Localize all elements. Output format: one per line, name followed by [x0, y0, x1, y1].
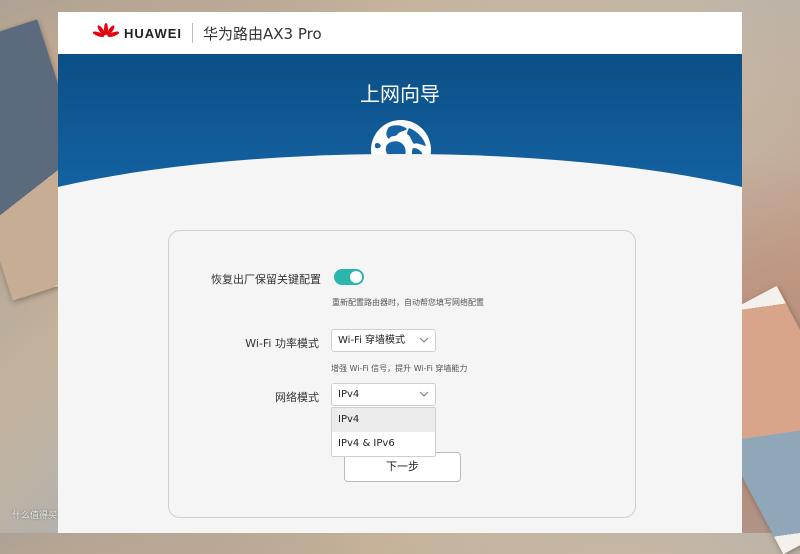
wifi-mode-hint: 增强 Wi-Fi 信号，提升 Wi-Fi 穿墙能力	[331, 364, 468, 373]
top-bar: HUAWEI 华为路由AX3 Pro	[58, 12, 742, 54]
dropdown-option-ipv4-ipv6[interactable]: IPv4 & IPv6	[332, 432, 435, 456]
watermark: 什么值得买	[12, 511, 58, 521]
wifi-mode-select[interactable]: Wi-Fi 穿墙模式	[331, 329, 436, 352]
restore-config-label: 恢复出厂保留关键配置	[211, 273, 321, 286]
router-setup-window: HUAWEI 华为路由AX3 Pro 上网向导 恢复出厂保留关键配置 重新配置路…	[58, 12, 742, 533]
network-mode-value: IPv4	[338, 389, 360, 400]
setup-card: 恢复出厂保留关键配置 重新配置路由器时，自动帮您填写网络配置 Wi-Fi 功率模…	[168, 230, 636, 518]
chevron-down-icon	[419, 391, 429, 397]
network-mode-dropdown: IPv4 IPv4 & IPv6	[331, 407, 436, 457]
network-mode-select[interactable]: IPv4	[331, 383, 436, 406]
chevron-down-icon	[419, 337, 429, 343]
wizard-banner: 上网向导	[58, 54, 742, 264]
network-mode-label: 网络模式	[275, 391, 319, 404]
wifi-mode-value: Wi-Fi 穿墙模式	[338, 335, 406, 346]
restore-config-hint: 重新配置路由器时，自动帮您填写网络配置	[332, 298, 484, 307]
wifi-mode-label: Wi-Fi 功率模式	[245, 337, 319, 350]
page-title: 上网向导	[360, 82, 440, 106]
dropdown-option-ipv4[interactable]: IPv4	[332, 408, 435, 432]
header-divider	[192, 23, 193, 43]
brand-name: HUAWEI	[124, 25, 182, 41]
restore-config-toggle[interactable]	[334, 269, 364, 285]
huawei-logo-icon	[93, 23, 119, 38]
product-name: 华为路由AX3 Pro	[203, 24, 322, 43]
